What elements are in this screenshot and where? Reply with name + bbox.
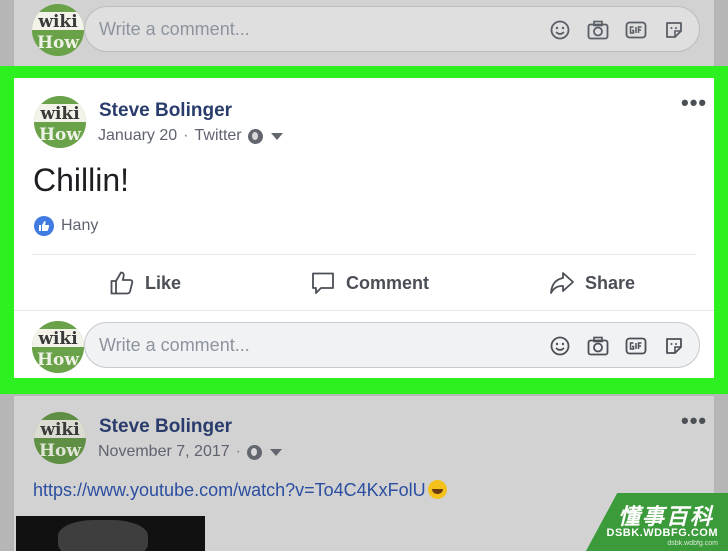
emoji-icon[interactable] bbox=[547, 17, 573, 43]
comment-tools bbox=[547, 17, 687, 43]
wikihow-logo: wiki How bbox=[32, 4, 84, 56]
comment-input[interactable] bbox=[99, 334, 479, 356]
video-thumbnail[interactable] bbox=[16, 516, 205, 551]
author-name[interactable]: Steve Bolinger bbox=[99, 100, 232, 122]
post-meta: January 20 · Twitter bbox=[98, 127, 283, 145]
post-date[interactable]: November 7, 2017 bbox=[98, 443, 230, 461]
avatar[interactable]: wiki How bbox=[32, 321, 84, 373]
post-meta: November 7, 2017 · bbox=[98, 443, 282, 461]
post-date[interactable]: January 20 bbox=[98, 127, 177, 145]
comment-field[interactable] bbox=[84, 322, 700, 368]
svg-text:wiki: wiki bbox=[39, 420, 80, 440]
svg-text:wiki: wiki bbox=[39, 104, 80, 124]
comment-field[interactable] bbox=[84, 6, 700, 52]
sticker-icon[interactable] bbox=[661, 17, 687, 43]
meta-separator: · bbox=[183, 127, 189, 144]
gif-icon[interactable] bbox=[623, 17, 649, 43]
thumbs-up-icon bbox=[34, 216, 54, 236]
chevron-down-icon[interactable] bbox=[269, 448, 282, 456]
watermark-small: dsbk.wdbfg.com bbox=[667, 540, 718, 547]
share-arrow-icon bbox=[550, 272, 574, 294]
meta-separator: · bbox=[235, 443, 241, 460]
reactions[interactable]: Hany bbox=[34, 216, 98, 236]
divider bbox=[32, 254, 696, 255]
comment-label: Comment bbox=[346, 272, 430, 293]
share-button[interactable]: Share bbox=[549, 270, 635, 296]
comment-input[interactable] bbox=[99, 18, 479, 40]
author-name[interactable]: Steve Bolinger bbox=[99, 416, 232, 438]
post-card: wiki How Steve Bolinger January 20 · Twi… bbox=[14, 78, 714, 378]
camera-icon[interactable] bbox=[585, 17, 611, 43]
wikihow-logo: wiki How bbox=[34, 96, 86, 148]
divider bbox=[14, 310, 714, 311]
laughing-emoji-icon bbox=[427, 480, 447, 499]
link-text[interactable]: https://www.youtube.com/watch?v=To4C4KxF… bbox=[33, 480, 426, 500]
thumbs-up-icon bbox=[110, 271, 134, 295]
reaction-names[interactable]: Hany bbox=[61, 217, 98, 235]
like-button[interactable]: Like bbox=[109, 270, 181, 296]
svg-text:How: How bbox=[37, 33, 79, 53]
emoji-icon[interactable] bbox=[547, 333, 573, 359]
previous-post-card: wiki How bbox=[14, 0, 714, 66]
share-label: Share bbox=[585, 272, 636, 293]
svg-text:How: How bbox=[39, 125, 81, 145]
camera-icon[interactable] bbox=[585, 333, 611, 359]
watermark-url: DSBK.WDBFG.COM bbox=[606, 527, 718, 539]
comment-button[interactable]: Comment bbox=[310, 270, 429, 296]
svg-text:wiki: wiki bbox=[37, 12, 78, 32]
wikihow-logo: wiki How bbox=[32, 321, 84, 373]
author-avatar[interactable]: wiki How bbox=[34, 412, 86, 464]
post-text: Chillin! bbox=[33, 162, 130, 198]
wikihow-logo: wiki How bbox=[34, 412, 86, 464]
author-avatar[interactable]: wiki How bbox=[34, 96, 86, 148]
svg-text:How: How bbox=[39, 441, 81, 461]
chevron-down-icon[interactable] bbox=[270, 132, 283, 140]
avatar[interactable]: wiki How bbox=[32, 4, 84, 56]
post-link[interactable]: https://www.youtube.com/watch?v=To4C4KxF… bbox=[33, 480, 447, 501]
svg-text:wiki: wiki bbox=[37, 329, 78, 349]
more-icon[interactable]: ••• bbox=[681, 410, 707, 432]
like-label: Like bbox=[145, 272, 182, 293]
globe-icon[interactable] bbox=[247, 128, 263, 144]
globe-icon[interactable] bbox=[246, 444, 262, 460]
post-source[interactable]: Twitter bbox=[195, 127, 242, 145]
svg-text:How: How bbox=[37, 350, 79, 370]
speech-bubble-icon bbox=[312, 272, 334, 294]
gif-icon[interactable] bbox=[623, 333, 649, 359]
comment-tools bbox=[547, 333, 687, 359]
more-icon[interactable]: ••• bbox=[681, 92, 707, 114]
sticker-icon[interactable] bbox=[661, 333, 687, 359]
